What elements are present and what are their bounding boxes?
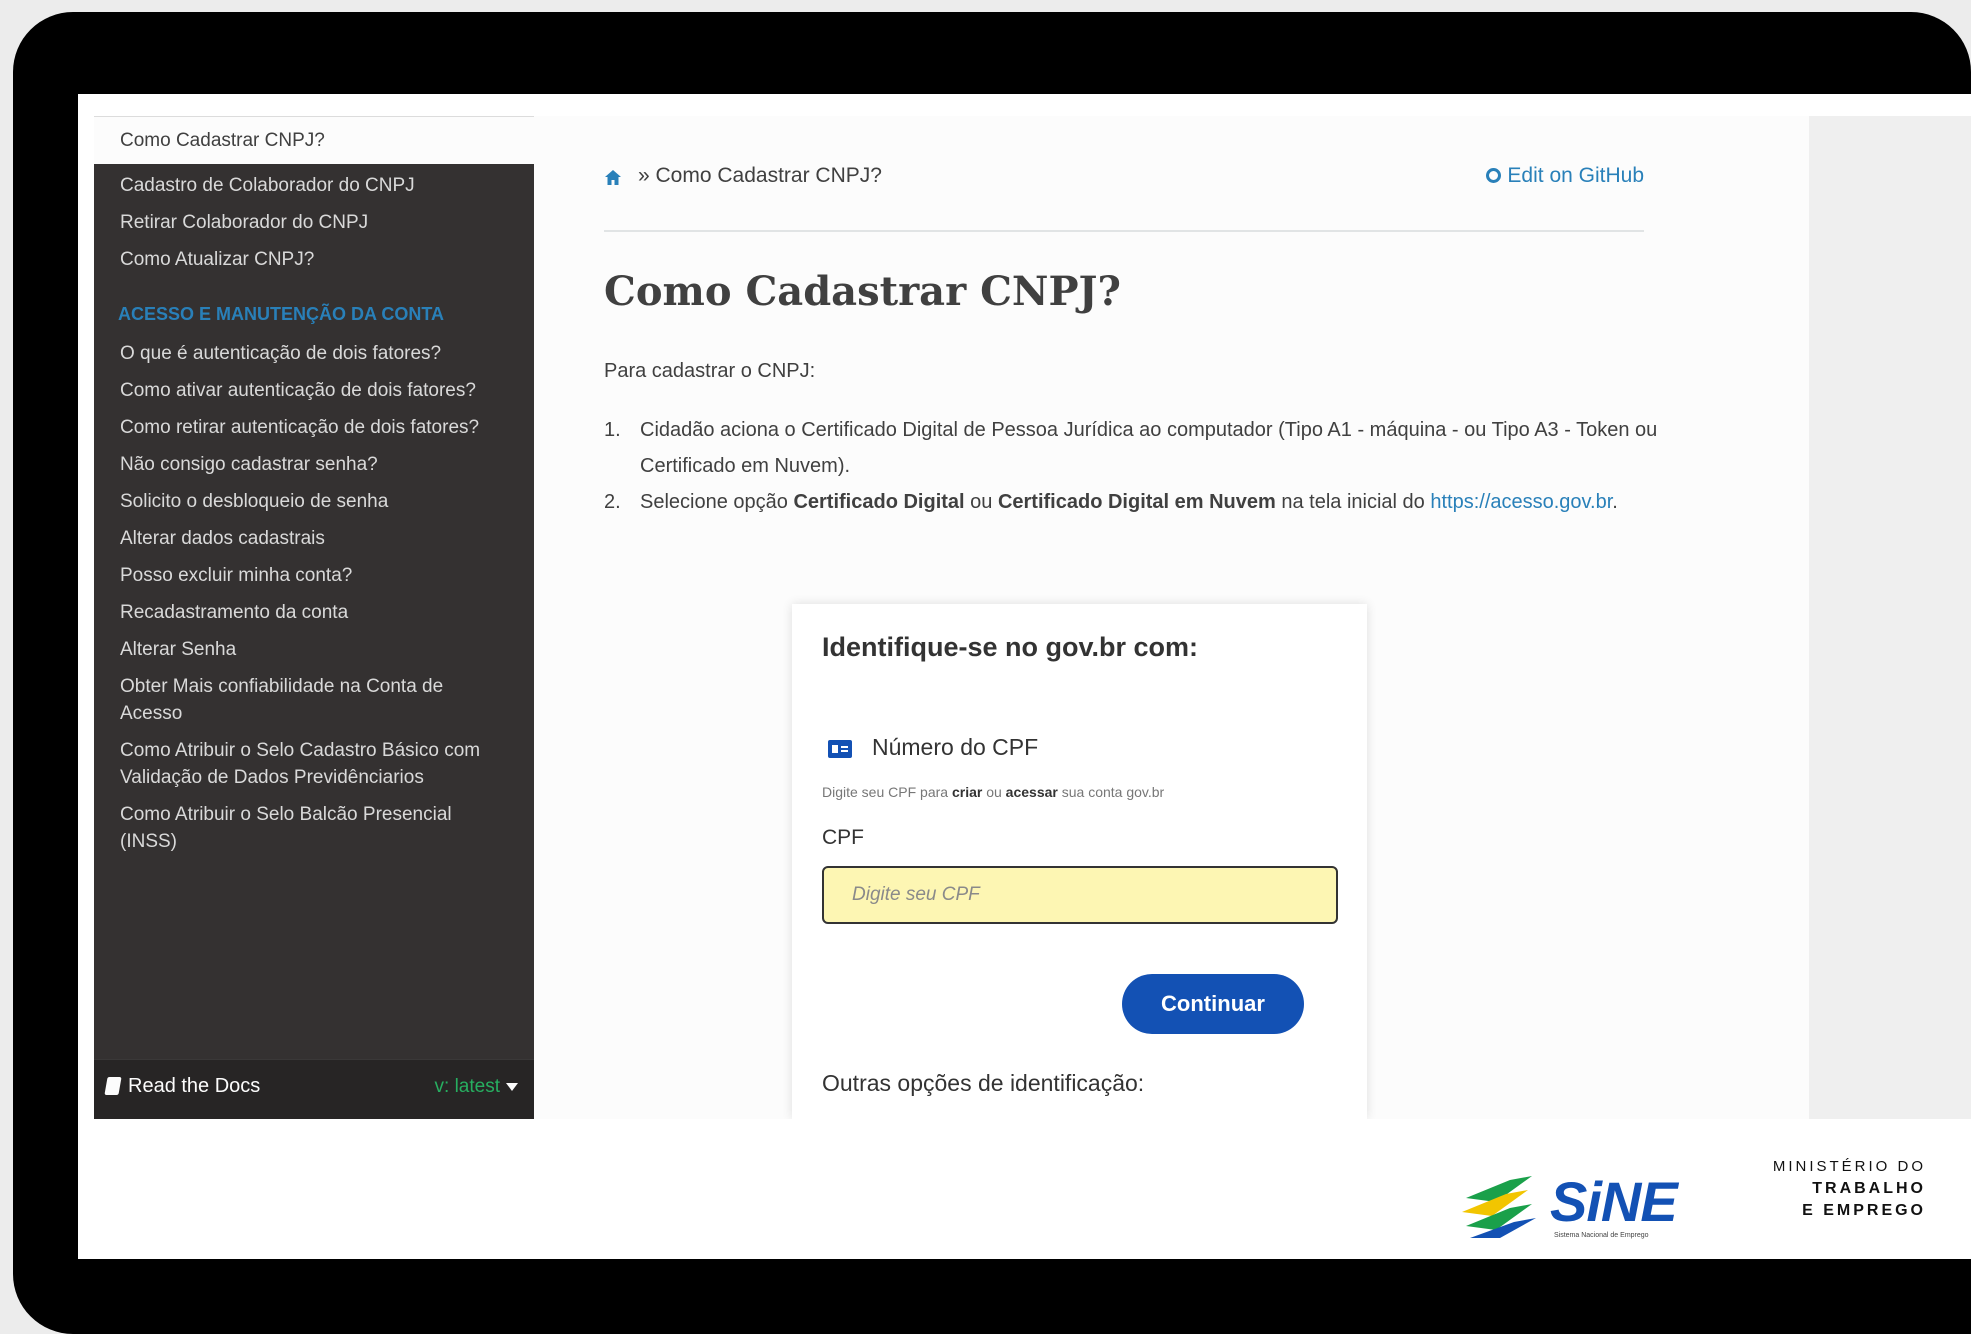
sine-logo: SiNE Sistema Nacional de Emprego bbox=[1462, 1172, 1692, 1242]
sidebar-item[interactable]: Cadastro de Colaborador do CNPJ bbox=[94, 167, 534, 204]
github-icon bbox=[1486, 168, 1502, 183]
ministry-line: E EMPREGO bbox=[1802, 1202, 1926, 1219]
sidebar-list: Cadastro de Colaborador do CNPJ Retirar … bbox=[94, 164, 534, 860]
footer-band: SiNE Sistema Nacional de Emprego MINISTÉ… bbox=[78, 1119, 1971, 1259]
sine-flag-icon bbox=[1462, 1176, 1536, 1238]
sidebar-item[interactable]: Alterar Senha bbox=[94, 631, 534, 668]
sine-subtitle: Sistema Nacional de Emprego bbox=[1554, 1232, 1649, 1239]
right-panel bbox=[1809, 116, 1971, 1119]
sidebar-item[interactable]: Como Atribuir o Selo Balcão Presencial (… bbox=[94, 796, 534, 860]
ministry-logo: MINISTÉRIO DO TRABALHO E EMPREGO bbox=[1773, 1156, 1926, 1222]
rtd-label: Read the Docs bbox=[128, 1075, 261, 1097]
cpf-label: CPF bbox=[822, 826, 864, 849]
main-content: » Como Cadastrar CNPJ? Edit on GitHub Co… bbox=[534, 116, 1809, 1119]
rtd-version-bar[interactable]: Read the Docs v: latest bbox=[94, 1059, 534, 1119]
hint-bold: criar bbox=[951, 784, 983, 800]
caret-down-icon bbox=[506, 1082, 518, 1091]
divider bbox=[604, 230, 1644, 232]
step-number: 1. bbox=[604, 419, 621, 441]
breadcrumb-current: » Como Cadastrar CNPJ? bbox=[638, 164, 882, 187]
govbr-card-title: Identifique-se no gov.br com: bbox=[822, 632, 1199, 662]
step-bold: Certificado Digital em Nuvem bbox=[997, 491, 1276, 513]
hint-text: ou bbox=[982, 784, 1006, 800]
sidebar-item[interactable]: Como Atribuir o Selo Cadastro Básico com… bbox=[94, 732, 534, 796]
sidebar-caption: ACESSO E MANUTENÇÃO DA CONTA bbox=[118, 304, 445, 324]
version-selector[interactable]: v: latest bbox=[435, 1076, 518, 1098]
step-text: Cidadão aciona o Certificado Digital de … bbox=[640, 419, 1658, 477]
step-text: ou bbox=[964, 491, 998, 513]
sine-wordmark: SiNE bbox=[1550, 1170, 1678, 1233]
sidebar: Como Cadastrar CNPJ? Cadastro de Colabor… bbox=[94, 116, 534, 1119]
sidebar-item[interactable]: Posso excluir minha conta? bbox=[94, 557, 534, 594]
list-item: 2. Selecione opção Certificado Digital ou… bbox=[604, 484, 1664, 520]
hint-bold: acessar bbox=[1005, 784, 1058, 800]
ministry-line: TRABALHO bbox=[1812, 1180, 1926, 1197]
hint-text: Digite seu CPF para bbox=[822, 784, 952, 800]
steps-list: 1. Cidadão aciona o Certificado Digital d… bbox=[604, 412, 1664, 520]
acesso-gov-link[interactable]: https://acesso.gov.br bbox=[1430, 491, 1612, 513]
sidebar-item[interactable]: Solicito o desbloqueio de senha bbox=[94, 483, 534, 520]
edit-on-github-label: Edit on GitHub bbox=[1507, 164, 1644, 187]
continue-button[interactable]: Continuar bbox=[1122, 974, 1304, 1034]
ministry-line: MINISTÉRIO DO bbox=[1772, 1158, 1926, 1175]
sidebar-item[interactable]: Como retirar autenticação de dois fatore… bbox=[94, 409, 534, 446]
list-item: 1. Cidadão aciona o Certificado Digital d… bbox=[604, 412, 1664, 484]
sidebar-item[interactable]: Recadastramento da conta bbox=[94, 594, 534, 631]
sidebar-item[interactable]: Alterar dados cadastrais bbox=[94, 520, 534, 557]
sidebar-item[interactable]: Retirar Colaborador do CNPJ bbox=[94, 204, 534, 241]
sidebar-item[interactable]: Como ativar autenticação de dois fatores… bbox=[94, 372, 534, 409]
page-title: Como Cadastrar CNPJ? bbox=[604, 268, 1121, 315]
cpf-input[interactable] bbox=[822, 866, 1338, 924]
sidebar-item[interactable]: Não consigo cadastrar senha? bbox=[94, 446, 534, 483]
cpf-option-label: Número do CPF bbox=[872, 734, 1039, 760]
step-text: . bbox=[1612, 491, 1618, 513]
intro-text: Para cadastrar o CNPJ: bbox=[604, 360, 816, 382]
breadcrumb: » Como Cadastrar CNPJ? Edit on GitHub bbox=[604, 164, 1644, 194]
edit-on-github-link[interactable]: Edit on GitHub bbox=[1486, 164, 1644, 188]
other-options-label: Outras opções de identificação: bbox=[822, 1070, 1145, 1096]
sidebar-item[interactable]: Como Atualizar CNPJ? bbox=[94, 241, 534, 278]
sidebar-item[interactable]: O que é autenticação de dois fatores? bbox=[94, 335, 534, 372]
govbr-login-card: Identifique-se no gov.br com: Número do … bbox=[792, 604, 1367, 1119]
hint-text: sua conta gov.br bbox=[1057, 784, 1165, 800]
version-label: v: latest bbox=[434, 1076, 500, 1097]
step-text: na tela inicial do bbox=[1275, 491, 1431, 513]
sidebar-current-item[interactable]: Como Cadastrar CNPJ? bbox=[94, 116, 534, 164]
screen: Como Cadastrar CNPJ? Cadastro de Colabor… bbox=[78, 94, 1971, 1259]
step-text: Selecione opção bbox=[640, 491, 794, 513]
book-icon bbox=[104, 1077, 122, 1095]
step-bold: Certificado Digital bbox=[793, 491, 965, 513]
cpf-card-icon bbox=[828, 740, 852, 758]
sidebar-item[interactable]: Obter Mais confiabilidade na Conta de Ac… bbox=[94, 668, 534, 732]
cpf-hint: Digite seu CPF para criar ou acessar sua… bbox=[822, 784, 1164, 800]
step-number: 2. bbox=[604, 491, 621, 513]
home-icon[interactable] bbox=[604, 169, 622, 187]
